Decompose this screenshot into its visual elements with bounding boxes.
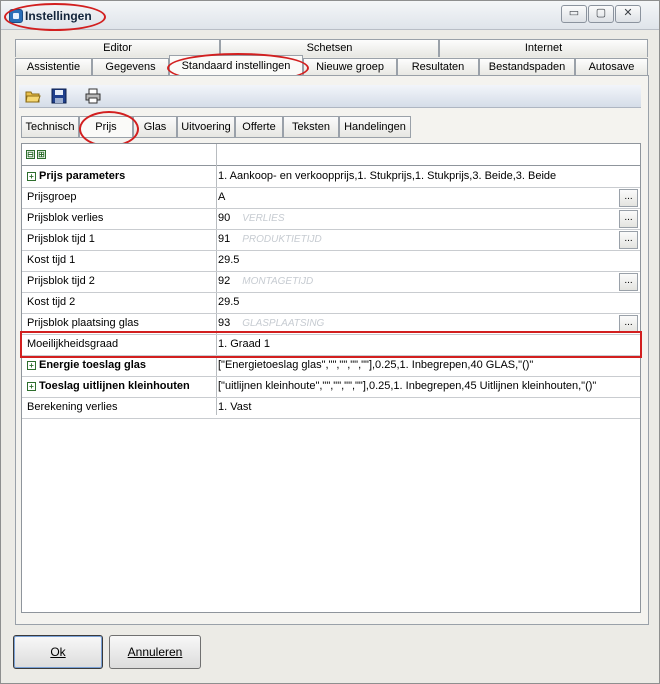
cancel-button-label: Annuleren: [127, 645, 183, 659]
tab-resultaten[interactable]: Resultaten: [397, 58, 479, 76]
property-value-text: ["Energietoeslag glas","","","",""],0.25…: [218, 359, 534, 371]
settings-window: Instellingen ▭ ▢ ✕ Editor Schetsen Inter…: [0, 0, 660, 684]
property-name: Prijsblok verlies: [27, 208, 103, 229]
property-name: + Prijs parameters: [27, 166, 125, 187]
property-value[interactable]: 1. Vast: [218, 397, 618, 418]
grid-row[interactable]: Kost tijd 1 29.5: [22, 250, 640, 272]
grid-row[interactable]: Prijsblok verlies 90 VERLIES...: [22, 208, 640, 230]
open-folder-icon[interactable]: [25, 88, 41, 104]
cancel-button[interactable]: Annuleren: [109, 635, 201, 669]
highlight-rectangle: [20, 331, 642, 358]
property-value-text: 1. Aankoop- en verkoopprijs,1. Stukprijs…: [218, 170, 557, 182]
property-value[interactable]: 29.5: [218, 250, 618, 271]
property-value-text: A: [218, 191, 226, 203]
highlight-oval: [79, 111, 139, 147]
grid-row[interactable]: Prijsgroep A...: [22, 187, 640, 209]
property-name-text: Prijs parameters: [39, 170, 126, 182]
grid-row[interactable]: + Energie toeslag glas ["Energietoeslag gl…: [22, 355, 640, 377]
property-value-text: 93: [218, 317, 231, 329]
property-name-text: Prijsblok tijd 1: [27, 233, 95, 245]
subtab-technisch[interactable]: Technisch: [21, 116, 79, 138]
property-name: Prijsgroep: [27, 187, 77, 208]
expand-all-icon[interactable]: ⊞: [37, 150, 46, 159]
property-value-text: 29.5: [218, 296, 240, 308]
tab-bestandspaden[interactable]: Bestandspaden: [479, 58, 575, 76]
property-value[interactable]: 92 MONTAGETIJD: [218, 271, 618, 292]
property-name-text: Prijsblok tijd 2: [27, 275, 95, 287]
property-name-text: Energie toeslag glas: [39, 359, 146, 371]
maximize-button[interactable]: ▢: [588, 5, 614, 23]
tab-internet[interactable]: Internet: [439, 39, 648, 57]
subtab-uitvoering[interactable]: Uitvoering: [177, 116, 235, 138]
property-name-text: Kost tijd 1: [27, 254, 76, 266]
property-name-text: Prijsblok verlies: [27, 212, 104, 224]
grid-header: ⊟ ⊞: [22, 144, 640, 166]
property-value[interactable]: 90 VERLIES: [218, 208, 618, 229]
ok-button[interactable]: Ok: [13, 635, 103, 669]
property-name: Kost tijd 1: [27, 250, 75, 271]
property-value[interactable]: A: [218, 187, 618, 208]
tab-gegevens[interactable]: Gegevens: [92, 58, 169, 76]
property-hint: MONTAGETIJD: [242, 276, 314, 287]
property-value[interactable]: ["uitlijnen kleinhoute","","","",""],0.2…: [218, 376, 618, 397]
grid-row[interactable]: + Toeslag uitlijnen kleinhouten ["uitlijne…: [22, 376, 640, 398]
expand-icon[interactable]: +: [27, 171, 36, 181]
grid-row[interactable]: Prijsblok tijd 2 92 MONTAGETIJD...: [22, 271, 640, 293]
grid-row[interactable]: Kost tijd 2 29.5: [22, 292, 640, 314]
property-value-text: ["uitlijnen kleinhoute","","","",""],0.2…: [218, 380, 597, 392]
property-name: Berekening verlies: [27, 397, 118, 418]
property-name-text: Berekening verlies: [27, 401, 118, 413]
ok-button-label: Ok: [50, 645, 66, 659]
property-name: + Energie toeslag glas: [27, 355, 146, 376]
grid-row[interactable]: Prijsblok tijd 1 91 PRODUKTIETIJD...: [22, 229, 640, 251]
tab-row-2: Assistentie Gegevens Standaard instellin…: [15, 55, 648, 77]
subtab-handelingen[interactable]: Handelingen: [339, 116, 411, 138]
expand-icon[interactable]: +: [27, 360, 36, 370]
property-name-text: Toeslag uitlijnen kleinhouten: [39, 380, 190, 392]
ellipsis-button[interactable]: ...: [619, 231, 638, 249]
property-hint: VERLIES: [242, 213, 285, 224]
close-button[interactable]: ✕: [615, 5, 641, 23]
property-hint: GLASPLAATSING: [242, 318, 325, 329]
property-name: + Toeslag uitlijnen kleinhouten: [27, 376, 190, 397]
property-name: Prijsblok tijd 2: [27, 271, 95, 292]
property-value[interactable]: 29.5: [218, 292, 618, 313]
property-name: Kost tijd 2: [27, 292, 75, 313]
property-value-text: 90: [218, 212, 231, 224]
property-value[interactable]: 91 PRODUKTIETIJD: [218, 229, 618, 250]
property-name-text: Prijsgroep: [27, 191, 77, 203]
toolbar: [19, 85, 641, 108]
property-value-text: 92: [218, 275, 231, 287]
subtab-offerte[interactable]: Offerte: [235, 116, 283, 138]
tab-row-1: Editor Schetsen Internet: [15, 39, 648, 57]
tab-assistentie[interactable]: Assistentie: [15, 58, 92, 76]
property-value[interactable]: 1. Aankoop- en verkoopprijs,1. Stukprijs…: [218, 166, 618, 187]
property-value[interactable]: ["Energietoeslag glas","","","",""],0.25…: [218, 355, 618, 376]
collapse-all-icon[interactable]: ⊟: [26, 150, 35, 159]
subtab-glas[interactable]: Glas: [133, 116, 177, 138]
property-grid: ⊟ ⊞ + Prijs parameters 1. Aankoop- en verk…: [21, 143, 641, 613]
save-icon[interactable]: [51, 88, 67, 104]
property-value-text: 91: [218, 233, 231, 245]
property-hint: PRODUKTIETIJD: [242, 234, 322, 245]
grid-row[interactable]: Berekening verlies 1. Vast: [22, 397, 640, 419]
property-name: Prijsblok tijd 1: [27, 229, 95, 250]
ellipsis-button[interactable]: ...: [619, 210, 638, 228]
tab-autosave[interactable]: Autosave: [575, 58, 648, 76]
property-name-text: Prijsblok plaatsing glas: [27, 317, 139, 329]
ellipsis-button[interactable]: ...: [619, 189, 638, 207]
property-value-text: 29.5: [218, 254, 240, 266]
minimize-button[interactable]: ▭: [561, 5, 587, 23]
print-icon[interactable]: [85, 88, 101, 104]
tab-nieuwe-groep[interactable]: Nieuwe groep: [303, 58, 397, 76]
subtab-teksten[interactable]: Teksten: [283, 116, 339, 138]
title-bar[interactable]: Instellingen ▭ ▢ ✕: [1, 1, 659, 31]
highlight-oval: [4, 3, 106, 31]
property-name-text: Kost tijd 2: [27, 296, 76, 308]
property-value-text: 1. Vast: [218, 401, 252, 413]
ellipsis-button[interactable]: ...: [619, 273, 638, 291]
expand-icon[interactable]: +: [27, 381, 36, 391]
grid-row[interactable]: + Prijs parameters 1. Aankoop- en verkoopp…: [22, 166, 640, 188]
